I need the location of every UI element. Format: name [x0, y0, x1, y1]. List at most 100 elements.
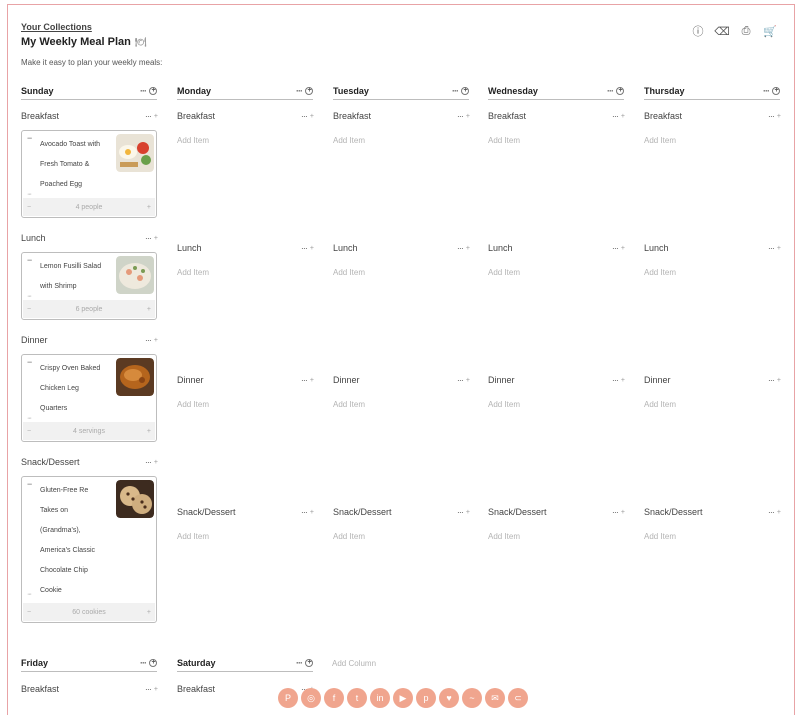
add-item-link[interactable]: Add Item	[333, 400, 365, 409]
add-item-link[interactable]: Add Item	[488, 268, 520, 277]
email-icon[interactable]: ✉	[485, 688, 505, 708]
drag-handle[interactable]: ···	[27, 191, 32, 198]
add-circle-icon[interactable]: +	[461, 86, 469, 95]
day-options-button[interactable]: ··· +	[763, 86, 780, 96]
section-options-button[interactable]: ···+	[145, 457, 158, 467]
twitter-icon[interactable]: t	[347, 688, 367, 708]
add-icon[interactable]: +	[154, 235, 158, 242]
day-options-button[interactable]: ··· +	[296, 658, 313, 668]
add-icon[interactable]: +	[621, 113, 625, 120]
add-circle-icon[interactable]: +	[149, 658, 157, 667]
day-options-button[interactable]: ··· +	[140, 86, 157, 96]
remove-icon[interactable]: −	[27, 357, 32, 367]
section-options-button[interactable]: ···+	[768, 243, 781, 253]
servings-increase-button[interactable]: +	[147, 609, 151, 616]
add-circle-icon[interactable]: +	[305, 86, 313, 95]
clear-icon[interactable]: ⌫	[714, 24, 730, 38]
section-options-button[interactable]: ···+	[145, 111, 158, 121]
add-icon[interactable]: +	[777, 245, 781, 252]
add-icon[interactable]: +	[154, 337, 158, 344]
add-item-link[interactable]: Add Item	[333, 532, 365, 541]
section-options-button[interactable]: ···+	[457, 243, 470, 253]
recipe-thumbnail[interactable]	[116, 134, 154, 172]
add-item-link[interactable]: Add Item	[488, 136, 520, 145]
servings-increase-button[interactable]: +	[147, 306, 151, 313]
add-item-link[interactable]: Add Item	[488, 400, 520, 409]
add-item-link[interactable]: Add Item	[644, 532, 676, 541]
add-icon[interactable]: +	[621, 509, 625, 516]
section-options-button[interactable]: ···+	[301, 507, 314, 517]
section-options-button[interactable]: ···+	[612, 243, 625, 253]
remove-icon[interactable]: −	[27, 479, 32, 489]
section-options-button[interactable]: ···+	[768, 507, 781, 517]
section-options-button[interactable]: ···+	[301, 375, 314, 385]
messenger-icon[interactable]: ~	[462, 688, 482, 708]
section-options-button[interactable]: ···+	[301, 243, 314, 253]
section-options-button[interactable]: ···+	[145, 684, 158, 694]
day-options-button[interactable]: ··· +	[607, 86, 624, 96]
youtube-icon[interactable]: ▶	[393, 688, 413, 708]
section-options-button[interactable]: ···+	[145, 335, 158, 345]
servings-decrease-button[interactable]: −	[27, 204, 31, 211]
remove-icon[interactable]: −	[27, 133, 32, 143]
recipe-thumbnail[interactable]	[116, 256, 154, 294]
recipe-thumbnail[interactable]	[116, 480, 154, 518]
servings-increase-button[interactable]: +	[147, 428, 151, 435]
add-icon[interactable]: +	[777, 509, 781, 516]
add-column-link[interactable]: Add Column	[332, 659, 376, 668]
add-circle-icon[interactable]: +	[772, 86, 780, 95]
add-item-link[interactable]: Add Item	[488, 532, 520, 541]
day-options-button[interactable]: ··· +	[140, 658, 157, 668]
add-item-link[interactable]: Add Item	[177, 400, 209, 409]
recipe-title[interactable]: Avocado Toast with Fresh Tomato & Poache…	[40, 135, 114, 195]
add-icon[interactable]: +	[310, 509, 314, 516]
remove-icon[interactable]: −	[27, 255, 32, 265]
add-icon[interactable]: +	[154, 113, 158, 120]
section-options-button[interactable]: ···+	[457, 375, 470, 385]
recipe-card[interactable]: − Lemon Fusilli Salad with Shrimp ··· − …	[21, 252, 157, 320]
linkedin-icon[interactable]: in	[370, 688, 390, 708]
section-options-button[interactable]: ···+	[301, 111, 314, 121]
info-icon[interactable]: ⓘ	[691, 24, 705, 38]
instagram-icon[interactable]: ◎	[301, 688, 321, 708]
servings-decrease-button[interactable]: −	[27, 428, 31, 435]
print-icon[interactable]: ⎙	[739, 24, 753, 38]
add-icon[interactable]: +	[466, 245, 470, 252]
recipe-title[interactable]: Crispy Oven Baked Chicken Leg Quarters	[40, 359, 114, 419]
add-icon[interactable]: +	[310, 113, 314, 120]
recipe-thumbnail[interactable]	[116, 358, 154, 396]
section-options-button[interactable]: ···+	[612, 375, 625, 385]
recipe-card[interactable]: − Gluten-Free Re Takes on (Grandma's), A…	[21, 476, 157, 623]
drag-handle[interactable]: ···	[27, 591, 32, 598]
add-item-link[interactable]: Add Item	[177, 532, 209, 541]
day-options-button[interactable]: ··· +	[452, 86, 469, 96]
facebook-icon[interactable]: f	[324, 688, 344, 708]
add-item-link[interactable]: Add Item	[333, 136, 365, 145]
add-item-link[interactable]: Add Item	[333, 268, 365, 277]
recipe-title[interactable]: Lemon Fusilli Salad with Shrimp	[40, 257, 114, 297]
section-options-button[interactable]: ···+	[145, 233, 158, 243]
servings-decrease-button[interactable]: −	[27, 609, 31, 616]
recipe-card[interactable]: − Avocado Toast with Fresh Tomato & Poac…	[21, 130, 157, 218]
your-collections-link[interactable]: Your Collections	[21, 22, 92, 32]
pinterest-icon[interactable]: P	[278, 688, 298, 708]
add-circle-icon[interactable]: +	[149, 86, 157, 95]
section-options-button[interactable]: ···+	[768, 111, 781, 121]
add-item-link[interactable]: Add Item	[177, 136, 209, 145]
add-icon[interactable]: +	[621, 245, 625, 252]
add-circle-icon[interactable]: +	[616, 86, 624, 95]
day-options-button[interactable]: ··· +	[296, 86, 313, 96]
add-icon[interactable]: +	[154, 686, 158, 693]
add-icon[interactable]: +	[466, 377, 470, 384]
add-icon[interactable]: +	[310, 245, 314, 252]
add-item-link[interactable]: Add Item	[644, 268, 676, 277]
section-options-button[interactable]: ···+	[457, 111, 470, 121]
section-options-button[interactable]: ···+	[612, 507, 625, 517]
pinterest-alt-icon[interactable]: p	[416, 688, 436, 708]
section-options-button[interactable]: ···+	[612, 111, 625, 121]
section-options-button[interactable]: ···+	[457, 507, 470, 517]
section-options-button[interactable]: ···+	[768, 375, 781, 385]
cart-icon[interactable]: 🛒	[763, 24, 777, 38]
servings-increase-button[interactable]: +	[147, 204, 151, 211]
add-item-link[interactable]: Add Item	[644, 400, 676, 409]
